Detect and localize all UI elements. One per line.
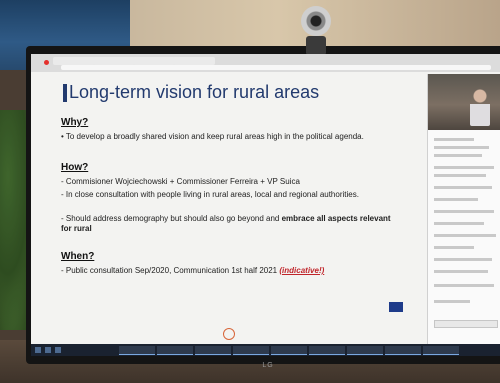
how-bullet-1: - Commisioner Wojciechowski + Commission… bbox=[61, 177, 300, 186]
chat-line bbox=[434, 174, 486, 177]
meeting-side-panel bbox=[427, 74, 500, 344]
chat-input[interactable] bbox=[434, 320, 498, 328]
chat-line bbox=[434, 166, 494, 169]
screen: Long-term vision for rural areas Why? • … bbox=[31, 54, 500, 356]
when-bullet-text: - Public consultation Sep/2020, Communic… bbox=[61, 266, 278, 275]
browser-tab[interactable] bbox=[133, 57, 175, 65]
section-heading-when: When? bbox=[61, 251, 95, 262]
chat-line bbox=[434, 300, 470, 303]
chat-line bbox=[434, 234, 496, 237]
chat-line bbox=[434, 186, 492, 189]
taskbar-item[interactable] bbox=[271, 346, 307, 355]
taskbar-item[interactable] bbox=[385, 346, 421, 355]
slide-page-indicator bbox=[223, 328, 235, 340]
chat-line bbox=[434, 270, 488, 273]
search-icon[interactable] bbox=[45, 347, 51, 353]
taskbar-item[interactable] bbox=[157, 346, 193, 355]
how-bullet-3: - Should address demography but should a… bbox=[61, 214, 401, 234]
taskbar-item[interactable] bbox=[347, 346, 383, 355]
webcam-lens bbox=[301, 6, 331, 36]
indicative-note: (indicative!) bbox=[279, 266, 325, 275]
browser-tab[interactable] bbox=[173, 57, 215, 65]
browser-tab[interactable] bbox=[93, 57, 135, 65]
monitor-logo: LG bbox=[262, 362, 274, 369]
address-bar[interactable] bbox=[61, 65, 491, 70]
webcam bbox=[297, 6, 335, 56]
webcam-stand bbox=[306, 36, 326, 54]
taskbar-item[interactable] bbox=[423, 346, 459, 355]
how-bullet-2: - In close consultation with people livi… bbox=[61, 190, 359, 199]
title-accent-bar bbox=[63, 84, 67, 102]
chat-line bbox=[434, 246, 474, 249]
when-bullet: - Public consultation Sep/2020, Communic… bbox=[61, 266, 401, 276]
chat-line bbox=[434, 284, 494, 287]
taskbar-item[interactable] bbox=[195, 346, 231, 355]
record-icon bbox=[44, 60, 49, 65]
chat-line bbox=[434, 198, 478, 201]
taskbar bbox=[31, 344, 500, 356]
chat-line bbox=[434, 138, 474, 141]
chat-line bbox=[434, 258, 492, 261]
chat-line bbox=[434, 222, 484, 225]
chat-line bbox=[434, 154, 482, 157]
start-icon[interactable] bbox=[35, 347, 41, 353]
section-heading-how: How? bbox=[61, 162, 89, 173]
presentation-slide: Long-term vision for rural areas Why? • … bbox=[59, 74, 429, 334]
how-bullet-3-text: - Should address demography but should a… bbox=[61, 214, 280, 223]
taskbar-item[interactable] bbox=[233, 346, 269, 355]
eu-flag-icon bbox=[389, 302, 403, 312]
section-heading-why: Why? bbox=[61, 117, 89, 128]
why-bullet: • To develop a broadly shared vision and… bbox=[61, 132, 364, 141]
browser-toolbar bbox=[31, 54, 500, 72]
taskbar-item[interactable] bbox=[309, 346, 345, 355]
taskbar-item[interactable] bbox=[119, 346, 155, 355]
participant-video bbox=[428, 74, 500, 130]
chat-line bbox=[434, 210, 494, 213]
chat-line bbox=[434, 146, 489, 149]
slide-title: Long-term vision for rural areas bbox=[69, 82, 320, 102]
participant-person bbox=[470, 86, 490, 126]
browser-tab[interactable] bbox=[53, 57, 95, 65]
taskview-icon[interactable] bbox=[55, 347, 61, 353]
